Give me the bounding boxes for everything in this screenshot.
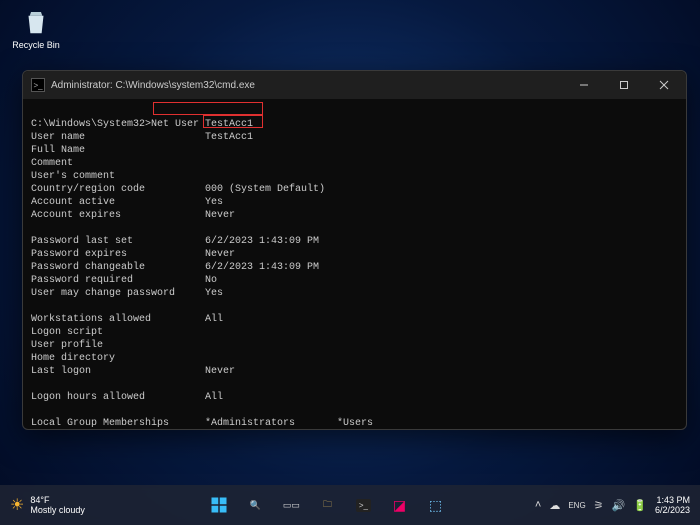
weather-desc: Mostly cloudy	[30, 505, 85, 515]
maximize-button[interactable]	[604, 71, 644, 99]
taskbar-app-button[interactable]: ◪	[384, 490, 414, 520]
taskbar-terminal-button[interactable]: >_	[348, 490, 378, 520]
command-prompt-window: >_ Administrator: C:\Windows\system32\cm…	[22, 70, 687, 430]
tray-battery-icon[interactable]: 🔋	[633, 499, 647, 512]
tray-chevron-icon[interactable]: ˄	[535, 499, 541, 511]
taskbar-weather-widget[interactable]: ☀ 84°F Mostly cloudy	[0, 495, 120, 515]
weather-temp: 84°F	[30, 495, 85, 505]
taskbar-center: 🔍 ▭▭ 🗀 >_ ◪ ⬚	[120, 490, 535, 520]
clock-time: 1:43 PM	[655, 495, 690, 505]
desktop-icon-label: Recycle Bin	[6, 40, 66, 50]
terminal-output[interactable]: C:\Windows\System32>Net User TestAcc1 Us…	[23, 99, 686, 429]
start-button[interactable]	[204, 490, 234, 520]
annotation-highlight-command	[153, 102, 263, 115]
taskbar-app-button-2[interactable]: ⬚	[420, 490, 450, 520]
taskbar-search-button[interactable]: 🔍	[240, 490, 270, 520]
clock-date: 6/2/2023	[655, 505, 690, 515]
desktop-icon-recycle-bin[interactable]: Recycle Bin	[6, 6, 66, 50]
close-button[interactable]	[644, 71, 684, 99]
taskbar-taskview-button[interactable]: ▭▭	[276, 490, 306, 520]
app-icon: ◪	[393, 497, 406, 514]
tray-volume-icon[interactable]: 🔊	[612, 499, 626, 512]
typed-command: Net User TestAcc1	[151, 119, 253, 130]
taskview-icon: ▭▭	[283, 500, 300, 511]
recycle-bin-icon	[20, 6, 52, 38]
minimize-button[interactable]	[564, 71, 604, 99]
cmd-icon: >_	[31, 78, 45, 92]
tray-onedrive-icon[interactable]: ☁	[549, 499, 560, 512]
app-icon: ⬚	[429, 497, 442, 514]
tray-language-icon[interactable]: ENG	[568, 501, 585, 510]
weather-icon: ☀	[10, 495, 24, 515]
system-tray: ˄ ☁ ENG ⚞ 🔊 🔋 1:43 PM 6/2/2023	[535, 495, 700, 515]
prompt: C:\Windows\System32>	[31, 119, 151, 130]
window-titlebar[interactable]: >_ Administrator: C:\Windows\system32\cm…	[23, 71, 686, 99]
taskbar: ☀ 84°F Mostly cloudy 🔍 ▭▭ 🗀 >_ ◪ ⬚ ˄ ☁ E…	[0, 485, 700, 525]
taskbar-clock[interactable]: 1:43 PM 6/2/2023	[655, 495, 690, 515]
tray-wifi-icon[interactable]: ⚞	[594, 499, 604, 512]
terminal-icon: >_	[356, 499, 371, 512]
folder-icon: 🗀	[323, 497, 332, 513]
command-output: User name TestAcc1 Full Name Comment Use…	[31, 132, 373, 429]
search-icon: 🔍	[250, 500, 261, 511]
taskbar-explorer-button[interactable]: 🗀	[312, 490, 342, 520]
window-title: Administrator: C:\Windows\system32\cmd.e…	[51, 80, 255, 91]
